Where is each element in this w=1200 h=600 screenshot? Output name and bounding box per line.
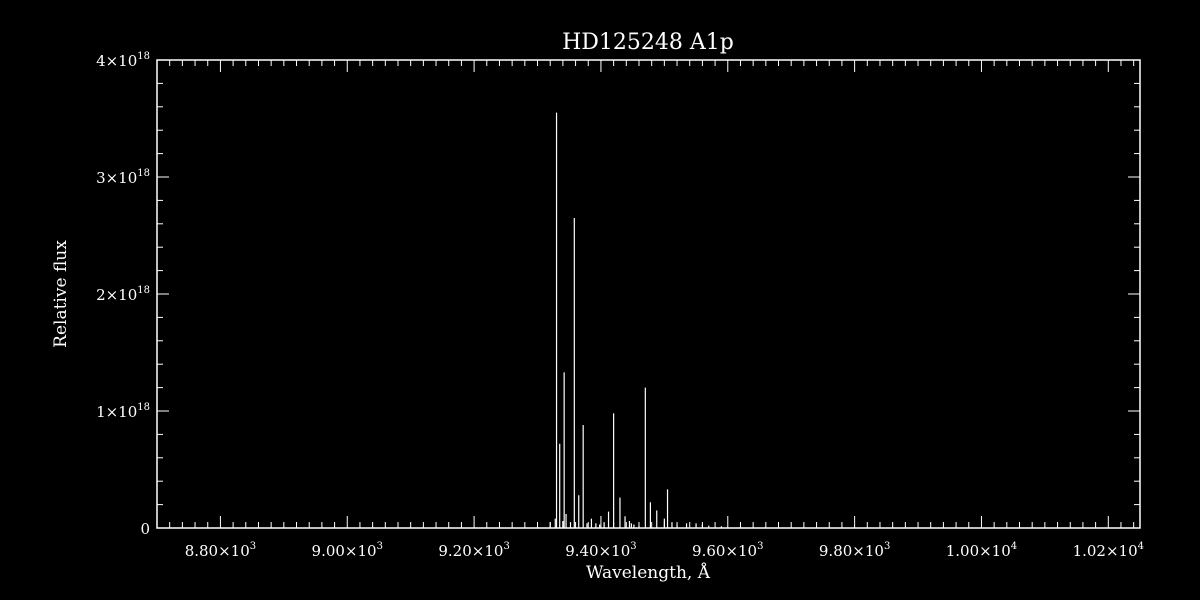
x-tick-mantissa: 1.00×10 <box>946 542 1011 560</box>
x-tick-label: 9.80×103 <box>819 541 890 560</box>
y-tick-exponent: 18 <box>137 285 150 296</box>
x-tick-label: 9.60×103 <box>692 541 763 560</box>
y-tick-exponent: 18 <box>137 168 150 179</box>
y-tick-label: 3×1018 <box>96 168 150 187</box>
x-tick-label: 9.00×103 <box>312 541 383 560</box>
x-tick-mantissa: 9.60×10 <box>692 542 757 560</box>
tick-marks <box>156 59 1140 529</box>
x-tick-label: 9.40×103 <box>565 541 636 560</box>
y-tick-exponent: 18 <box>137 402 150 413</box>
spectrum-chart: HD125248 A1p 8.80×103 9.00×103 9.20×103 9.4… <box>51 30 1144 583</box>
x-tick-mantissa: 9.80×10 <box>819 542 884 560</box>
x-tick-exponent: 3 <box>630 541 636 552</box>
x-tick-exponent: 4 <box>1138 541 1144 552</box>
x-tick-label: 1.00×104 <box>946 541 1017 560</box>
y-tick-mantissa: 4×10 <box>96 52 137 70</box>
x-tick-exponent: 3 <box>884 541 890 552</box>
y-tick-label: 0 <box>140 520 150 538</box>
x-tick-label: 1.02×104 <box>1073 541 1144 560</box>
plot-frame <box>156 59 1141 529</box>
y-tick-label: 4×1018 <box>96 51 150 70</box>
x-tick-exponent: 4 <box>1011 541 1017 552</box>
y-tick-labels: 01×10182×10183×10184×1018 <box>96 51 150 538</box>
x-tick-exponent: 3 <box>250 541 256 552</box>
x-axis-title: Wavelength, Å <box>586 562 711 583</box>
x-tick-exponent: 3 <box>377 541 383 552</box>
x-tick-mantissa: 8.80×10 <box>185 542 250 560</box>
x-tick-exponent: 3 <box>503 541 509 552</box>
x-tick-mantissa: 1.02×10 <box>1073 542 1138 560</box>
y-axis-title: Relative flux <box>51 240 71 348</box>
y-tick-mantissa: 2×10 <box>96 286 137 304</box>
x-tick-labels: 8.80×103 9.00×103 9.20×103 9.40×103 9.60×103… <box>185 541 1144 560</box>
y-tick-exponent: 18 <box>137 51 150 62</box>
chart-title: HD125248 A1p <box>562 30 734 55</box>
x-tick-exponent: 3 <box>757 541 763 552</box>
y-tick-mantissa: 3×10 <box>96 169 137 187</box>
x-tick-label: 9.20×103 <box>438 541 509 560</box>
x-tick-label: 8.80×103 <box>185 541 256 560</box>
y-tick-label: 2×1018 <box>96 285 150 304</box>
y-tick-mantissa: 1×10 <box>96 403 137 421</box>
x-tick-mantissa: 9.40×10 <box>565 542 630 560</box>
x-tick-mantissa: 9.00×10 <box>312 542 377 560</box>
spectrum-series <box>157 112 1140 529</box>
x-tick-mantissa: 9.20×10 <box>438 542 503 560</box>
y-tick-label: 1×1018 <box>96 402 150 421</box>
